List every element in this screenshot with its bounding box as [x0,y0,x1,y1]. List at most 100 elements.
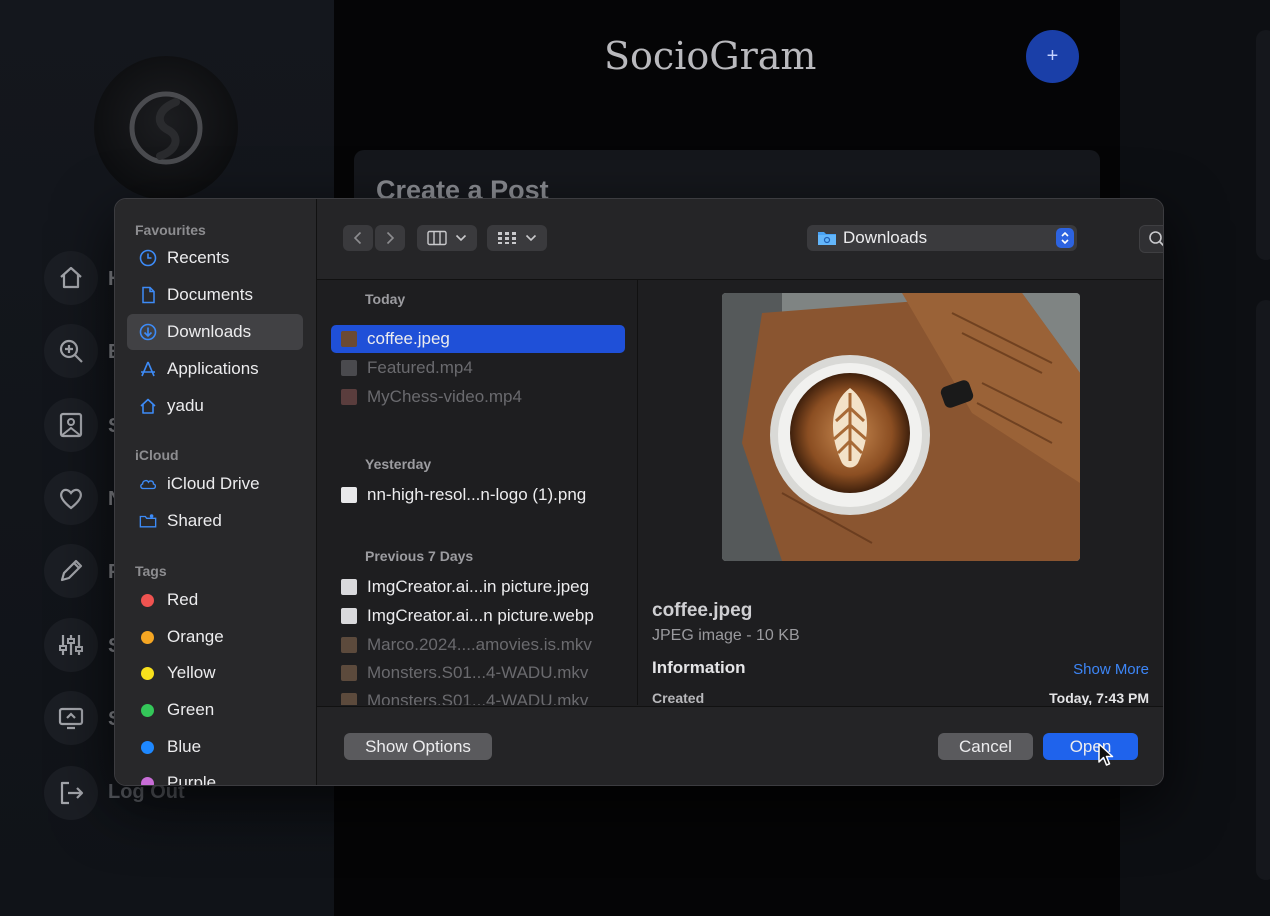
sidebar-item-label: yadu [167,396,204,415]
file-name: coffee.jpeg [367,329,450,348]
clock-icon [139,249,157,267]
video-file-icon [341,665,357,681]
document-icon [139,286,157,304]
search-field[interactable] [1139,225,1163,253]
sidebar-tag-red[interactable]: Red [127,582,303,618]
grid-icon [498,232,516,244]
nav-saved[interactable] [44,398,98,452]
app-logo [94,56,238,200]
sidebar-item-label: Documents [167,285,253,304]
file-name: nn-high-resol...n-logo (1).png [367,485,587,504]
nav-create[interactable] [44,544,98,598]
nav-notifications[interactable] [44,471,98,525]
created-value: Today, 7:43 PM [1049,690,1149,705]
file-name: Monsters.S01...4-WADU.mkv [367,691,589,705]
right-panel-card [1256,30,1270,260]
tag-dot-icon [141,630,154,644]
tag-dot-icon [141,593,154,607]
file-row-monsters-1[interactable]: Monsters.S01...4-WADU.mkv [331,659,625,687]
sidebar-item-label: Yellow [167,663,216,682]
favourites-heading: Favourites [135,222,206,238]
sidebar-tag-purple[interactable]: Purple [127,765,303,786]
file-row-mychess[interactable]: MyChess-video.mp4 [331,383,625,411]
chevron-down-icon [455,234,467,242]
file-row-imgcreator-jpeg[interactable]: ImgCreator.ai...in picture.jpeg [331,573,625,601]
mouse-cursor-icon [1098,743,1114,766]
file-list: Today coffee.jpeg Featured.mp4 MyChess-v… [317,280,638,705]
screen-share-icon [58,707,84,730]
nav-logout[interactable] [44,766,98,820]
dialog-sidebar: Favourites Recents Documents Downloads A… [115,199,317,785]
sidebar-item-label: Recents [167,248,230,267]
group-heading-yesterday: Yesterday [365,456,432,472]
column-view-button[interactable] [417,225,477,251]
download-icon [139,323,157,341]
chevron-down-icon [525,234,537,242]
dialog-footer: Show Options Cancel Open [317,706,1163,785]
file-row-monsters-2[interactable]: Monsters.S01...4-WADU.mkv [331,687,625,705]
sidebar-tag-blue[interactable]: Blue [127,729,303,765]
up-down-chevron-icon [1056,228,1074,248]
sidebar-item-applications[interactable]: Applications [127,351,303,387]
new-post-button[interactable]: + [1026,30,1079,83]
show-more-link[interactable]: Show More [1073,661,1149,678]
location-popup[interactable]: Downloads [807,225,1077,251]
search-icon [1149,231,1163,247]
sidebar-tag-yellow[interactable]: Yellow [127,655,303,691]
dialog-toolbar: Downloads [317,199,1163,280]
shared-folder-icon [139,512,157,530]
nav-home[interactable] [44,251,98,305]
sidebar-item-label: Purple [167,773,217,786]
right-panel-card-2 [1256,300,1270,880]
nav-explore[interactable] [44,324,98,378]
video-file-icon [341,389,357,405]
file-open-dialog: Favourites Recents Documents Downloads A… [114,198,1164,786]
coffee-image [722,293,1080,561]
home-icon [60,266,82,289]
nav-switch[interactable] [44,691,98,745]
sidebar-item-label: Downloads [167,322,252,341]
file-row-logo[interactable]: nn-high-resol...n-logo (1).png [331,481,625,509]
cloud-icon [139,475,157,493]
sidebar-item-yadu[interactable]: yadu [127,388,303,424]
sidebar-item-label: iCloud Drive [167,474,260,493]
nav-settings[interactable] [44,618,98,672]
preview-thumbnail [722,293,1080,561]
cancel-button[interactable]: Cancel [938,733,1033,760]
image-file-icon [341,579,357,595]
sidebar-item-recents[interactable]: Recents [127,240,303,276]
brand-title: SocioGram [604,34,817,78]
sidebar-tag-green[interactable]: Green [127,692,303,728]
image-file-icon [341,487,357,503]
tag-dot-icon [141,776,154,785]
applications-icon [139,360,157,378]
sidebar-item-downloads[interactable]: Downloads [127,314,303,350]
image-file-icon [341,608,357,624]
sidebar-tag-orange[interactable]: Orange [127,619,303,655]
preview-file-name: coffee.jpeg [652,600,753,621]
image-file-icon [341,331,357,347]
file-row-coffee[interactable]: coffee.jpeg [331,325,625,353]
tag-dot-icon [141,740,154,754]
forward-button[interactable] [375,225,405,251]
logo-icon [129,91,203,165]
sidebar-item-icloud-drive[interactable]: iCloud Drive [127,466,303,502]
sidebar-item-label: Shared [167,511,222,530]
sidebar-item-shared[interactable]: Shared [127,503,303,539]
folder-icon [818,232,836,245]
show-options-button[interactable]: Show Options [344,733,492,760]
file-row-marco[interactable]: Marco.2024....amovies.is.mkv [331,631,625,659]
sidebar-item-documents[interactable]: Documents [127,277,303,313]
heart-icon [60,488,82,510]
back-button[interactable] [343,225,373,251]
logout-icon [60,781,84,805]
group-heading-today: Today [365,291,406,307]
file-row-imgcreator-webp[interactable]: ImgCreator.ai...n picture.webp [331,602,625,630]
tag-dot-icon [141,703,154,717]
group-view-button[interactable] [487,225,547,251]
sidebar-item-label: Green [167,700,215,719]
open-button[interactable]: Open [1043,733,1138,760]
file-row-featured[interactable]: Featured.mp4 [331,354,625,382]
pencil-icon [60,559,83,582]
preview-info-heading: Information [652,658,746,677]
